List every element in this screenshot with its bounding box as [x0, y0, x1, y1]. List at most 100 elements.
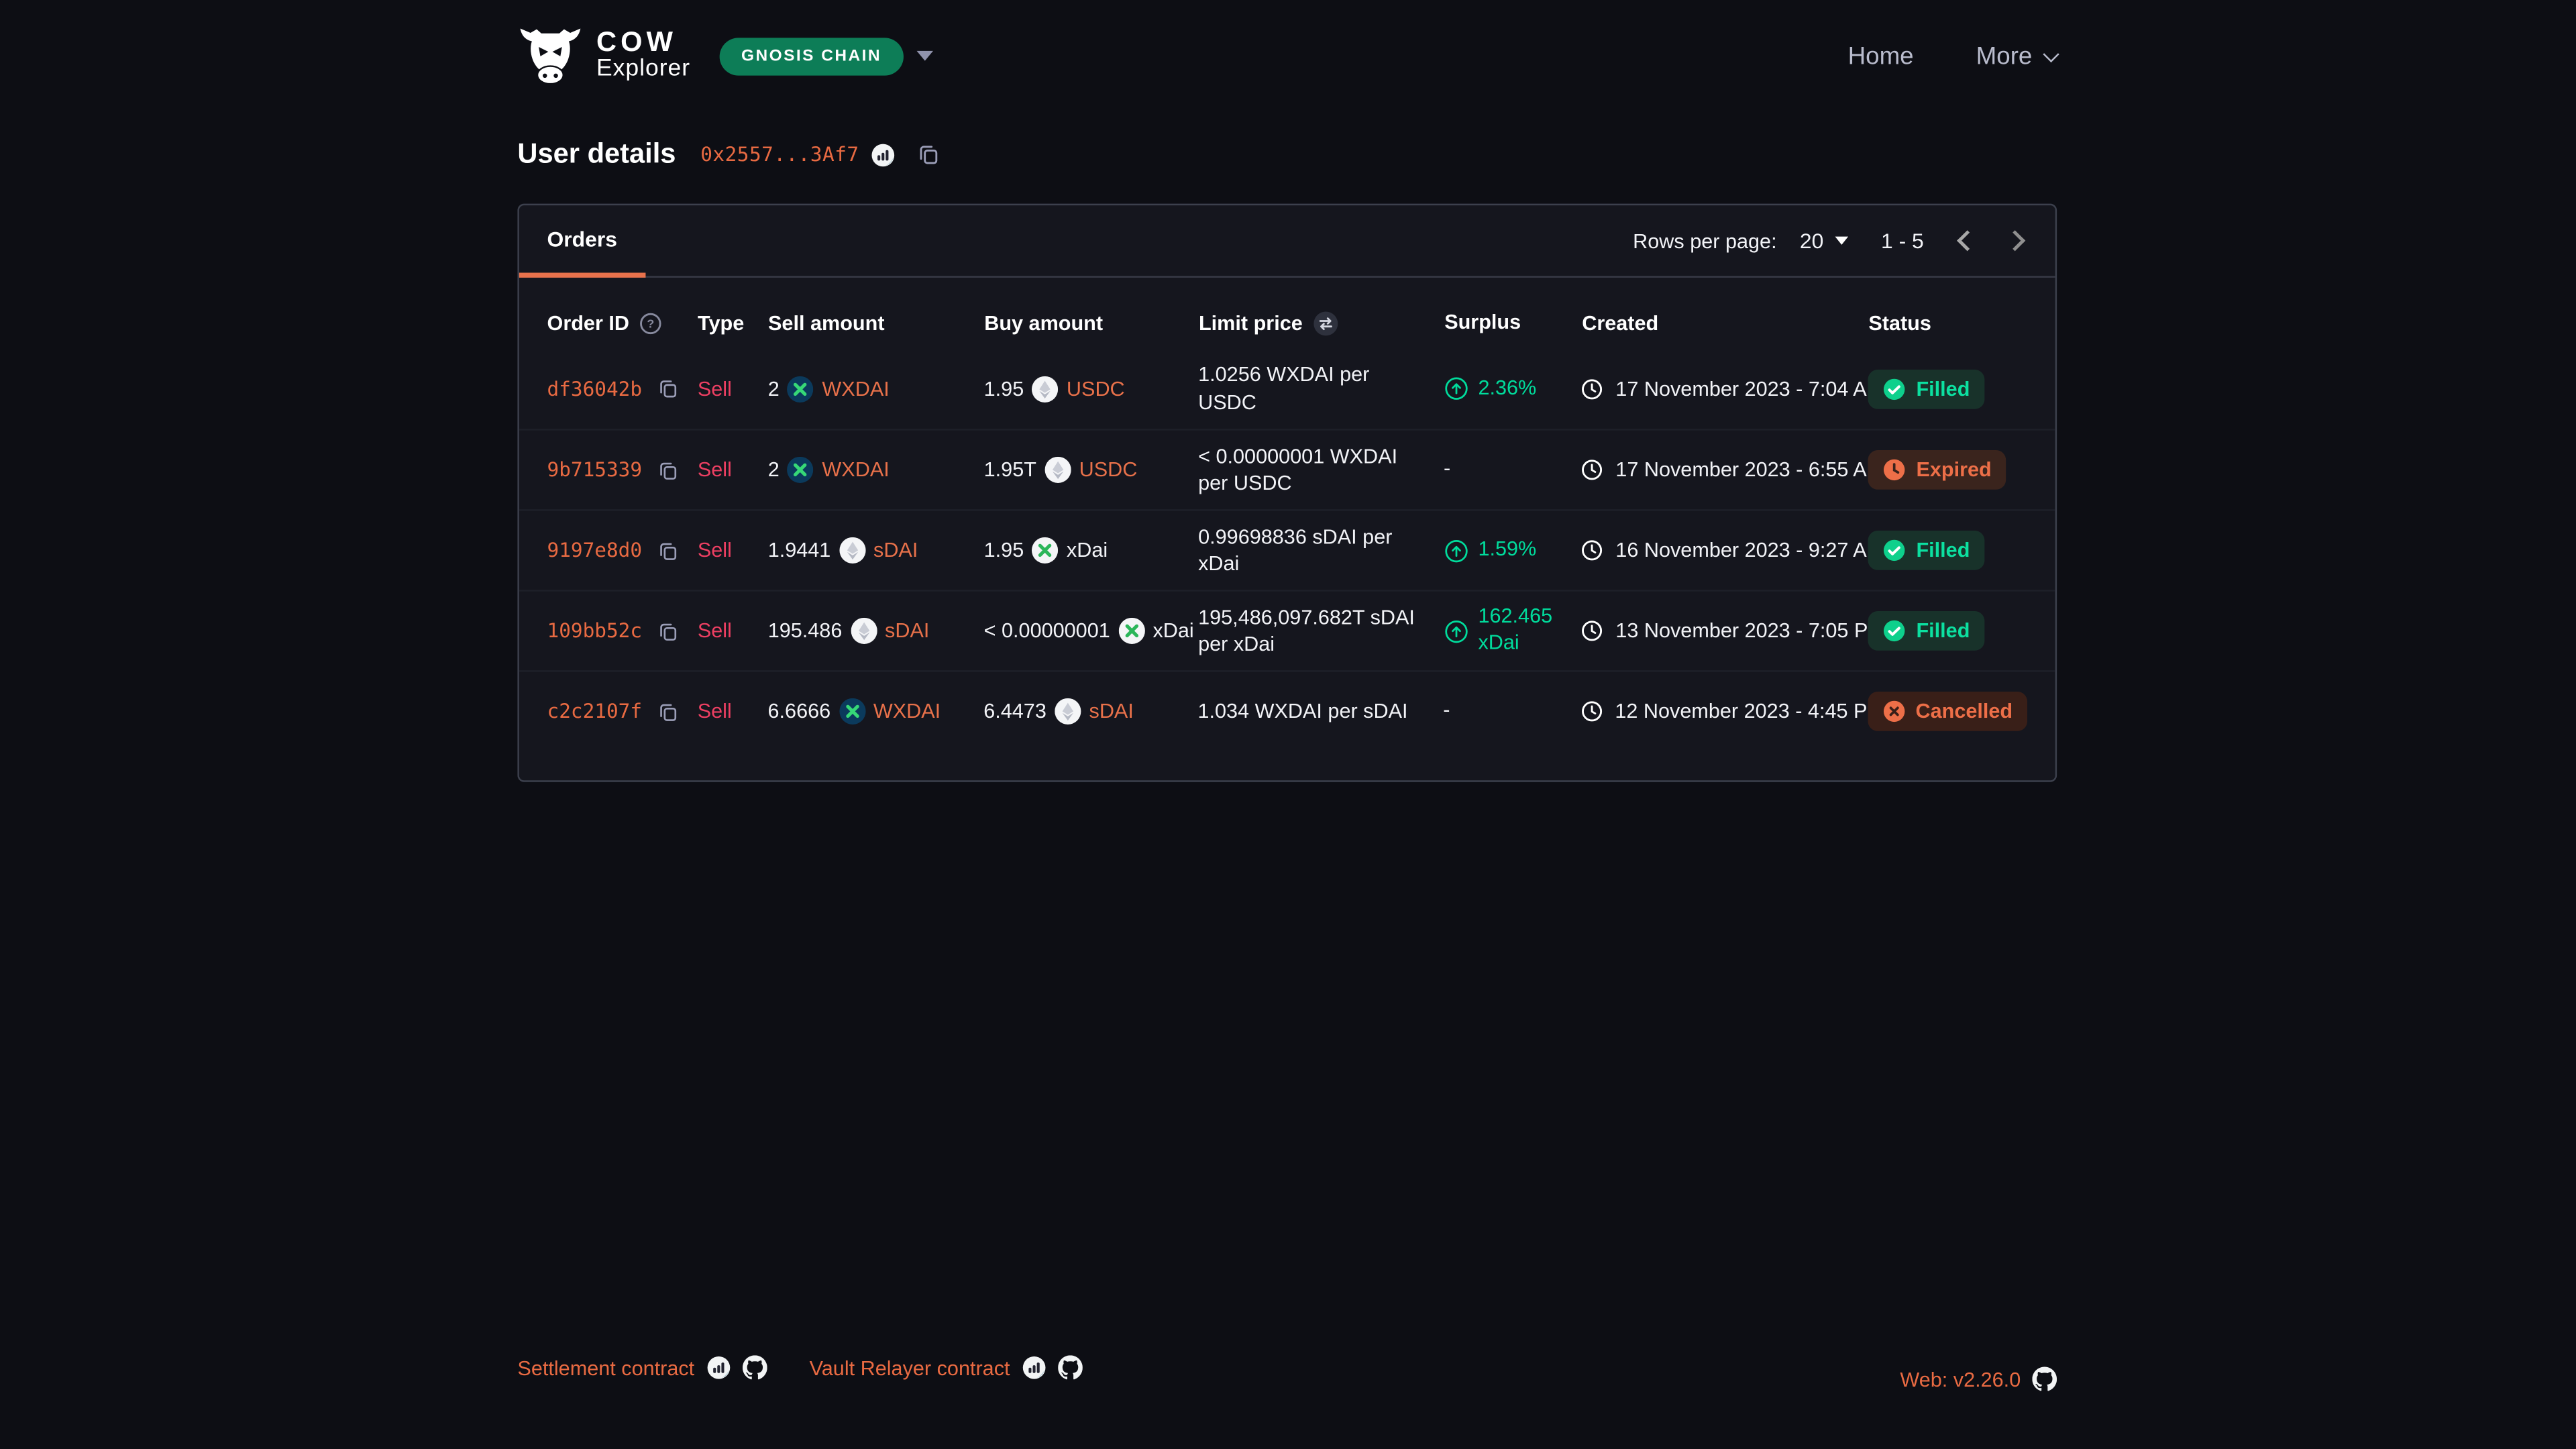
chevron-down-icon	[2043, 46, 2059, 62]
order-id-link[interactable]: 9197e8d0	[547, 539, 643, 561]
github-icon[interactable]	[2032, 1367, 2057, 1392]
footer-contract-links: Settlement contract Vault Relayer contra…	[517, 1355, 1082, 1380]
buy-amount-cell: 1.95T USDC	[984, 457, 1198, 483]
nav-more[interactable]: More	[1976, 42, 2057, 70]
logo-subtitle: Explorer	[596, 58, 690, 83]
clock-icon	[1581, 458, 1604, 481]
created-date: 16 November 2023 - 9:27 AM	[1615, 539, 1884, 561]
copy-icon[interactable]	[657, 700, 678, 722]
order-type: Sell	[698, 377, 732, 400]
table-header: Order ID? Type Sell amount Buy amount Li…	[519, 299, 2055, 348]
blockscout-icon[interactable]	[1022, 1355, 1046, 1380]
sell-amount: 2	[768, 458, 780, 481]
network-selector[interactable]: GNOSIS CHAIN	[720, 37, 932, 74]
vault-relayer-contract-group: Vault Relayer contract	[810, 1355, 1083, 1380]
copy-address-icon[interactable]	[916, 143, 939, 166]
copy-icon[interactable]	[657, 459, 678, 480]
clock-icon	[1581, 377, 1604, 400]
order-id-link[interactable]: df36042b	[547, 377, 643, 400]
order-id-link[interactable]: 9b715339	[547, 458, 643, 481]
rows-per-page-label: Rows per page:	[1633, 229, 1776, 252]
swap-price-icon[interactable]	[1312, 311, 1338, 337]
wxdai-icon	[839, 698, 865, 724]
created-date: 17 November 2023 - 7:04 AM	[1615, 377, 1884, 400]
next-page-button[interactable]	[2004, 230, 2025, 251]
buy-amount: 6.4473	[983, 700, 1046, 722]
column-buy-amount: Buy amount	[984, 312, 1103, 335]
buy-token-link[interactable]: xDai	[1152, 619, 1193, 642]
sell-token-link[interactable]: WXDAI	[822, 377, 889, 400]
nav-home[interactable]: Home	[1848, 42, 1914, 70]
github-icon[interactable]	[742, 1355, 767, 1380]
user-address-link[interactable]: 0x2557...3Af7	[700, 143, 859, 166]
surplus: 162.465 xDai	[1444, 605, 1581, 657]
tab-orders[interactable]: Orders	[519, 205, 645, 278]
buy-token-link[interactable]: USDC	[1067, 377, 1125, 400]
github-icon[interactable]	[1058, 1355, 1083, 1380]
clock-icon	[1580, 700, 1603, 722]
tab-bar: Orders Rows per page: 20 1 - 5	[519, 205, 2055, 278]
created-cell: 17 November 2023 - 7:04 AM	[1581, 377, 1869, 400]
blockscout-icon[interactable]	[706, 1355, 731, 1380]
buy-amount: < 0.00000001	[984, 619, 1110, 642]
order-type: Sell	[698, 619, 732, 642]
status-label: Filled	[1916, 539, 1970, 561]
column-order-id: Order ID	[547, 312, 629, 335]
buy-amount-cell: 1.95 xDai	[984, 537, 1198, 564]
sdai-icon	[851, 618, 877, 644]
order-id-link[interactable]: 109bb52c	[547, 619, 643, 642]
sell-amount-cell: 6.6666 WXDAI	[768, 698, 984, 724]
settlement-contract-link[interactable]: Settlement contract	[517, 1356, 694, 1379]
created-date: 13 November 2023 - 7:05 PM	[1615, 619, 1885, 642]
vault-relayer-contract-link[interactable]: Vault Relayer contract	[810, 1356, 1010, 1379]
wxdai-icon	[788, 457, 814, 483]
usdc-icon	[1044, 457, 1071, 483]
dropdown-arrow-icon	[1835, 237, 1848, 245]
copy-icon[interactable]	[657, 620, 678, 641]
limit-price: 195,486,097.682T sDAI per xDai	[1198, 604, 1444, 658]
table-row: 9197e8d0 Sell 1.9441 sDAI 1.95 xDai 0.99…	[519, 509, 2055, 590]
table-row: c2c2107f Sell 6.6666 WXDAI 6.4473 sDAI 1…	[519, 670, 2055, 751]
settlement-contract-group: Settlement contract	[517, 1355, 767, 1380]
buy-token-link[interactable]: sDAI	[1089, 700, 1134, 722]
rows-per-page-select[interactable]: 20	[1800, 228, 1848, 253]
status-badge: Filled	[1868, 369, 1984, 409]
sell-amount-cell: 1.9441 sDAI	[768, 537, 984, 564]
column-sell-amount: Sell amount	[768, 312, 884, 335]
buy-amount: 1.95T	[984, 458, 1036, 481]
usdc-icon	[1032, 376, 1058, 402]
cow-icon	[517, 26, 583, 85]
copy-icon[interactable]	[657, 539, 678, 561]
x-circle-icon	[1883, 700, 1906, 722]
limit-price: < 0.00000001 WXDAI per USDC	[1198, 443, 1444, 497]
column-created: Created	[1582, 312, 1658, 335]
table-row: 109bb52c Sell 195.486 sDAI < 0.00000001 …	[519, 590, 2055, 670]
help-icon[interactable]: ?	[639, 312, 662, 335]
buy-token-link[interactable]: xDai	[1067, 539, 1108, 561]
status-label: Expired	[1916, 458, 1991, 481]
buy-amount-cell: 1.95 USDC	[984, 376, 1198, 402]
footer: Settlement contract Vault Relayer contra…	[517, 1344, 2057, 1391]
limit-price: 1.0256 WXDAI per USDC	[1198, 362, 1444, 415]
cow-explorer-logo[interactable]: COW Explorer	[517, 26, 690, 85]
blockscout-icon[interactable]	[871, 142, 896, 167]
pagination: Rows per page: 20 1 - 5	[1633, 205, 2055, 276]
limit-price: 0.99698836 sDAI per xDai	[1198, 524, 1444, 578]
buy-token-link[interactable]: USDC	[1079, 458, 1138, 481]
order-type: Sell	[698, 700, 732, 722]
buy-amount-cell: < 0.00000001 xDai	[984, 618, 1198, 644]
sell-token-link[interactable]: WXDAI	[822, 458, 889, 481]
status-badge: Filled	[1868, 611, 1984, 651]
sell-token-link[interactable]: sDAI	[873, 539, 918, 561]
sell-token-link[interactable]: sDAI	[885, 619, 929, 642]
web-version-link[interactable]: Web: v2.26.0	[1900, 1368, 2021, 1391]
order-id-link[interactable]: c2c2107f	[547, 700, 643, 722]
buy-amount-cell: 6.4473 sDAI	[983, 698, 1197, 724]
clock-icon	[1581, 539, 1604, 561]
column-surplus: Surplus	[1444, 311, 1521, 336]
copy-icon[interactable]	[657, 378, 678, 399]
sdai-icon	[839, 537, 865, 564]
previous-page-button[interactable]	[1957, 230, 1978, 251]
sell-token-link[interactable]: WXDAI	[873, 700, 941, 722]
xdai-icon	[1118, 618, 1144, 644]
